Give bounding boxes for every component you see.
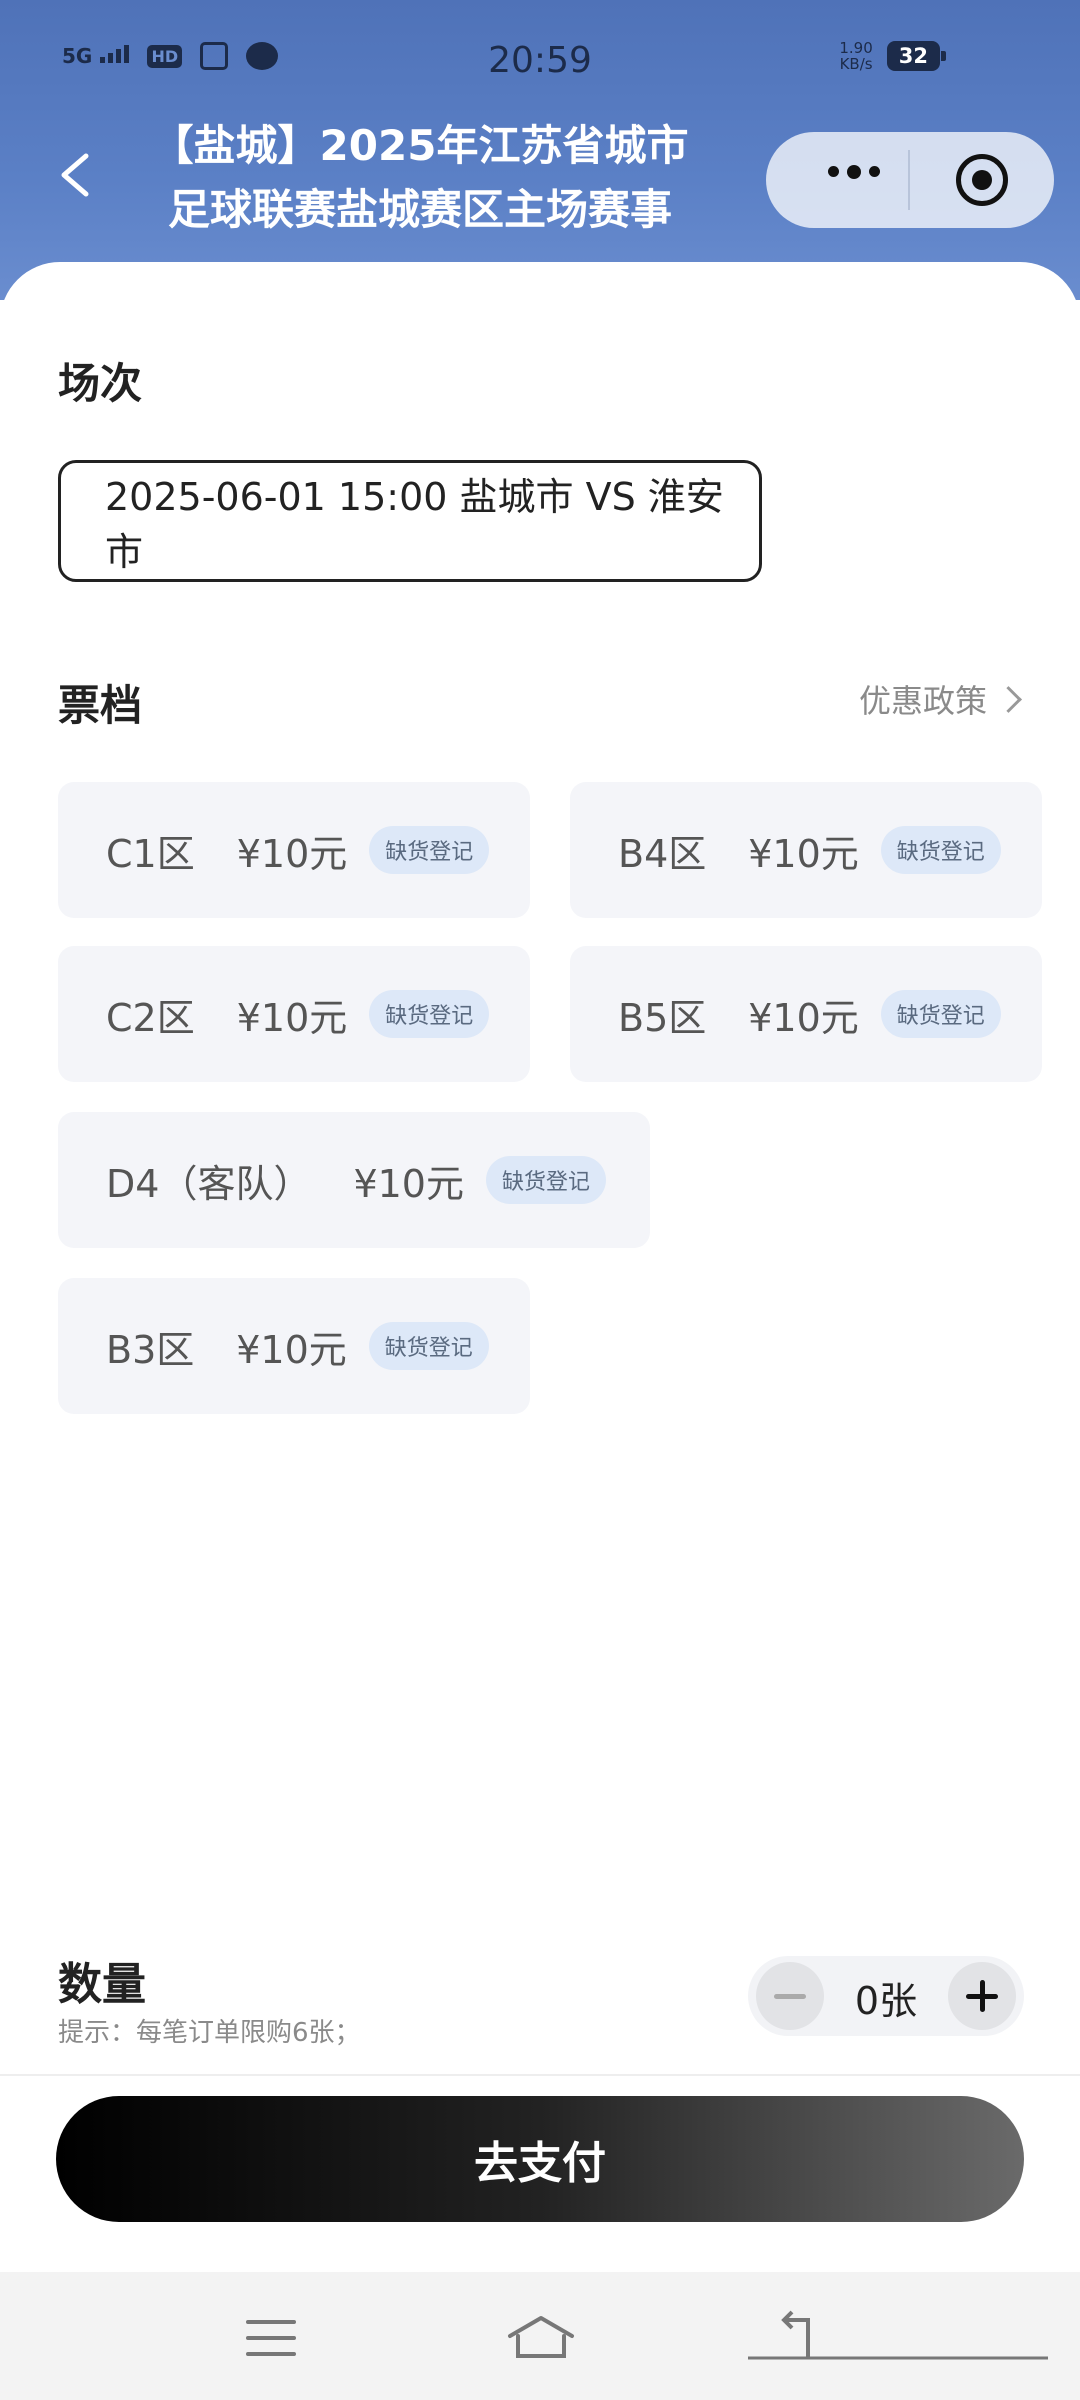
ticket-name: B3区 (106, 1327, 195, 1372)
ticket-tier[interactable]: D4（客队） ¥10元 缺货登记 (58, 1112, 650, 1248)
ticket-name: C1区 (106, 831, 195, 876)
promo-policy-label: 优惠政策 (858, 682, 987, 720)
quantity-stepper: 0张 (748, 1956, 1024, 2036)
ticket-name: B5区 (618, 995, 707, 1040)
network-speed: 1.90 KB/s (839, 40, 872, 72)
plus-icon[interactable] (948, 1962, 1016, 2030)
ticket-name: D4（客队） (106, 1161, 312, 1206)
chevron-left-icon[interactable] (56, 150, 92, 200)
page-title-line2: 足球联赛盐城赛区主场赛事 (167, 185, 672, 234)
miniprogram-capsule (766, 132, 1054, 228)
ticket-price: ¥10元 (236, 995, 348, 1040)
back-icon[interactable] (748, 2310, 1058, 2370)
ticket-tier[interactable]: C1区 ¥10元 缺货登记 (58, 782, 530, 918)
out-of-stock-badge[interactable]: 缺货登记 (369, 826, 490, 874)
battery-icon: 32 (886, 41, 947, 71)
ticket-price: ¥10元 (353, 1161, 464, 1206)
status-bar: 5G HD 20:59 1.90 KB/s 32 (0, 36, 1080, 86)
pay-button[interactable]: 去支付 (56, 2096, 1024, 2222)
ticket-tier[interactable]: B3区 ¥10元 缺货登记 (58, 1278, 530, 1414)
ticket-name: C2区 (106, 995, 195, 1040)
more-dots-icon[interactable] (828, 165, 880, 179)
ticket-price: ¥10元 (748, 995, 859, 1040)
quantity-tip: 提示：每笔订单限购6张； (58, 2018, 361, 2048)
out-of-stock-badge[interactable]: 缺货登记 (880, 826, 1001, 874)
ticket-tier[interactable]: B5区 ¥10元 缺货登记 (570, 946, 1042, 1082)
home-icon[interactable] (506, 2312, 576, 2362)
ticket-price: ¥10元 (748, 831, 859, 876)
footer-divider (0, 2074, 1080, 2076)
ticket-tier[interactable]: C2区 ¥10元 缺货登记 (58, 946, 530, 1082)
session-heading: 场次 (58, 359, 143, 408)
ticket-price: ¥10元 (236, 1327, 347, 1372)
tickets-heading: 票档 (58, 681, 143, 730)
page-title: 【盐城】2025年江苏省城市 足球联赛盐城赛区主场赛事 (130, 114, 710, 242)
out-of-stock-badge[interactable]: 缺货登记 (485, 1156, 606, 1204)
network-speed-unit: KB/s (839, 55, 873, 73)
ticket-price: ¥10元 (236, 831, 348, 876)
network-speed-value: 1.90 (839, 39, 873, 57)
page-title-line1: 【盐城】2025年江苏省城市 (151, 121, 689, 170)
ticket-name: B4区 (618, 831, 707, 876)
target-icon[interactable] (956, 154, 1008, 206)
out-of-stock-badge[interactable]: 缺货登记 (880, 990, 1001, 1038)
promo-policy-link[interactable]: 优惠政策 (858, 676, 1022, 722)
out-of-stock-badge[interactable]: 缺货登记 (369, 990, 490, 1038)
system-nav-bar (0, 2272, 1080, 2400)
ticket-tier[interactable]: B4区 ¥10元 缺货登记 (570, 782, 1042, 918)
out-of-stock-badge[interactable]: 缺货登记 (368, 1322, 489, 1370)
quantity-heading: 数量 (58, 1959, 146, 2010)
menu-icon[interactable] (246, 2320, 296, 2368)
chevron-right-icon (995, 685, 1022, 713)
capsule-divider (908, 150, 910, 210)
session-option[interactable]: 2025-06-01 15:00 盐城市 VS 淮安市 (58, 460, 762, 582)
